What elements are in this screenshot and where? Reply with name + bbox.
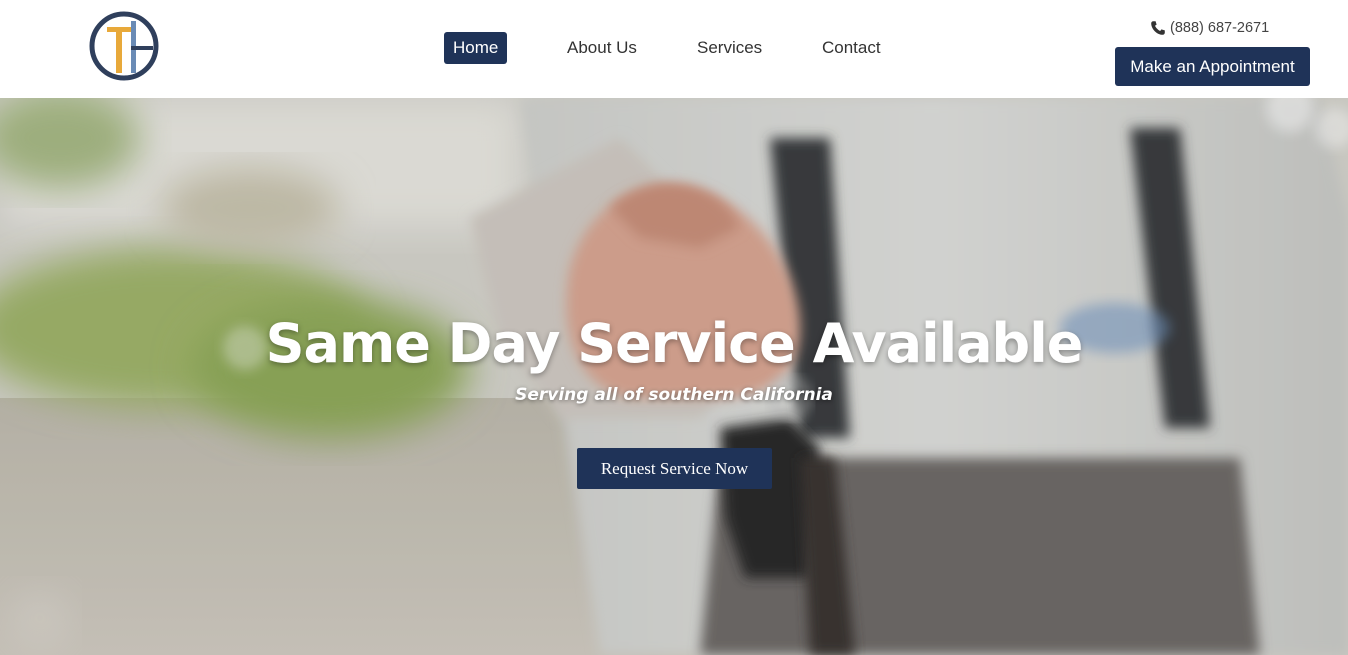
phone-text: (888) 687-2671 bbox=[1170, 20, 1270, 36]
nav-contact[interactable]: Contact bbox=[822, 32, 881, 64]
phone-number[interactable]: (888) 687-2671 bbox=[1150, 18, 1269, 38]
nav-home[interactable]: Home bbox=[444, 32, 508, 64]
request-service-button[interactable]: Request Service Now bbox=[577, 448, 772, 489]
make-appointment-button[interactable]: Make an Appointment bbox=[1115, 47, 1310, 86]
hero-subtitle: Serving all of southern California bbox=[515, 385, 833, 405]
phone-icon bbox=[1151, 21, 1165, 35]
hero-title: Same Day Service Available bbox=[265, 312, 1084, 375]
hero-background-image bbox=[0, 98, 1348, 655]
nav-about-us[interactable]: About Us bbox=[567, 32, 637, 64]
nav-services[interactable]: Services bbox=[697, 32, 762, 64]
hero-section: Same Day Service Available Serving all o… bbox=[0, 98, 1348, 655]
site-header: Home About Us Services Contact (888) 687… bbox=[0, 0, 1348, 98]
